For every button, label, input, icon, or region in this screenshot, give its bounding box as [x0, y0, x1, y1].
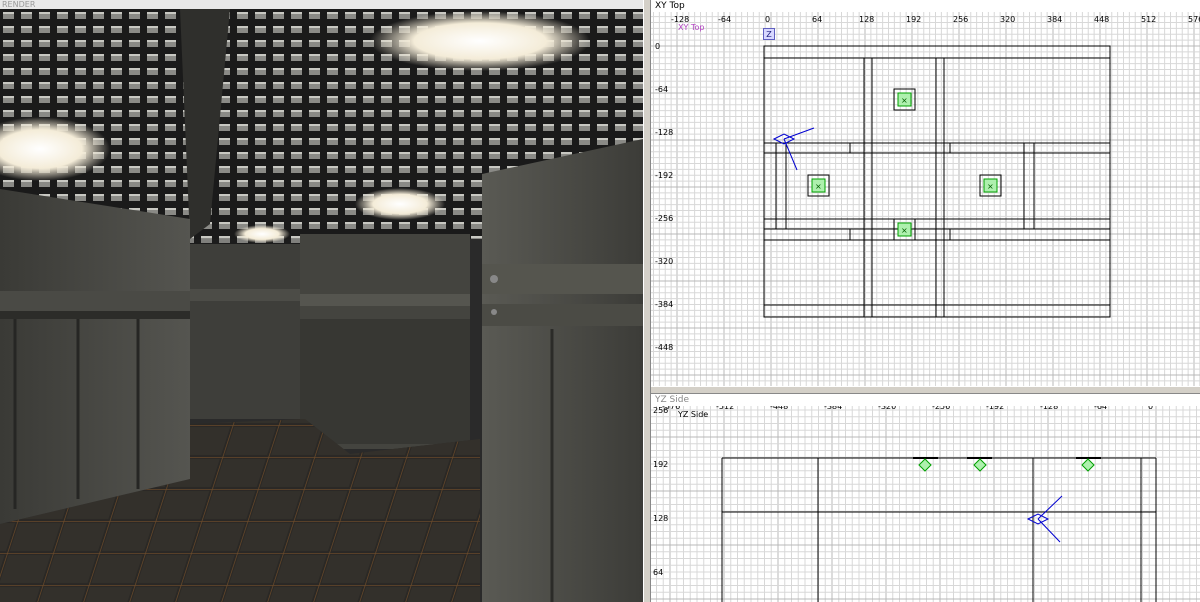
- render-view-title: RENDER: [0, 0, 643, 9]
- xy-x-tick-label: 128: [859, 15, 874, 24]
- yz-view-title: YZ Side: [651, 394, 1200, 406]
- xy-light-entities[interactable]: × × × ×: [807, 88, 1002, 241]
- yz-y-tick-label: 192: [653, 460, 668, 469]
- xy-y-tick-label: -256: [655, 214, 673, 223]
- yz-brushes[interactable]: [721, 457, 1157, 602]
- xy-x-tick-label: -64: [718, 15, 731, 24]
- vertical-splitter[interactable]: [643, 0, 651, 602]
- svg-text:×: ×: [901, 226, 908, 235]
- xy-y-tick-label: -448: [655, 343, 673, 352]
- horizontal-splitter[interactable]: [651, 386, 1200, 394]
- xy-x-tick-label: -128: [671, 15, 689, 24]
- yz-side-view[interactable]: YZ Side YZ Side -576 -512 -448 -384 -320 -256…: [651, 394, 1200, 602]
- xy-x-tick-label: 512: [1141, 15, 1156, 24]
- xy-x-tick-label: 256: [953, 15, 968, 24]
- xy-y-tick-label: -192: [655, 171, 673, 180]
- xy-view-watermark: XY Top: [678, 23, 704, 32]
- xy-x-tick-label: 192: [906, 15, 921, 24]
- yz-y-tick-label: 64: [653, 568, 663, 577]
- xy-y-tick-label: -320: [655, 257, 673, 266]
- svg-text:×: ×: [901, 96, 908, 105]
- xy-y-tick-label: -64: [655, 85, 668, 94]
- xy-view-title: XY Top: [651, 0, 1200, 12]
- light-entity-icon[interactable]: [973, 458, 987, 472]
- render-scene: [0, 9, 643, 602]
- yz-y-tick-label: 128: [653, 514, 668, 523]
- camera-render-view[interactable]: RENDER: [0, 0, 643, 602]
- light-entity-icon[interactable]: [1081, 458, 1095, 472]
- yz-y-tick-label: 256: [653, 406, 668, 415]
- xy-y-tick-label: 0: [655, 42, 660, 51]
- xy-y-tick-label: -128: [655, 128, 673, 137]
- xy-y-tick-label: -384: [655, 300, 673, 309]
- yz-view-watermark: YZ Side: [677, 410, 708, 419]
- xy-x-tick-label: 0: [765, 15, 770, 24]
- xy-x-tick-label: 576: [1188, 15, 1200, 24]
- light-entity-icon[interactable]: [918, 458, 932, 472]
- xy-top-view[interactable]: XY Top XY Top × × × × -128 -64 0 64 128 …: [651, 0, 1200, 386]
- xy-x-tick-label: 448: [1094, 15, 1109, 24]
- z-axis-badge: Z: [763, 28, 775, 40]
- svg-text:×: ×: [815, 182, 822, 191]
- yz-grid: YZ Side -576 -512 -448 -384 -320 -256 -192 -128…: [651, 394, 1200, 602]
- svg-text:×: ×: [987, 182, 994, 191]
- xy-x-tick-label: 64: [812, 15, 822, 24]
- xy-x-tick-label: 384: [1047, 15, 1062, 24]
- xy-grid: XY Top × × × × -128 -64 0 64 128 192 256…: [651, 0, 1200, 386]
- xy-x-tick-label: 320: [1000, 15, 1015, 24]
